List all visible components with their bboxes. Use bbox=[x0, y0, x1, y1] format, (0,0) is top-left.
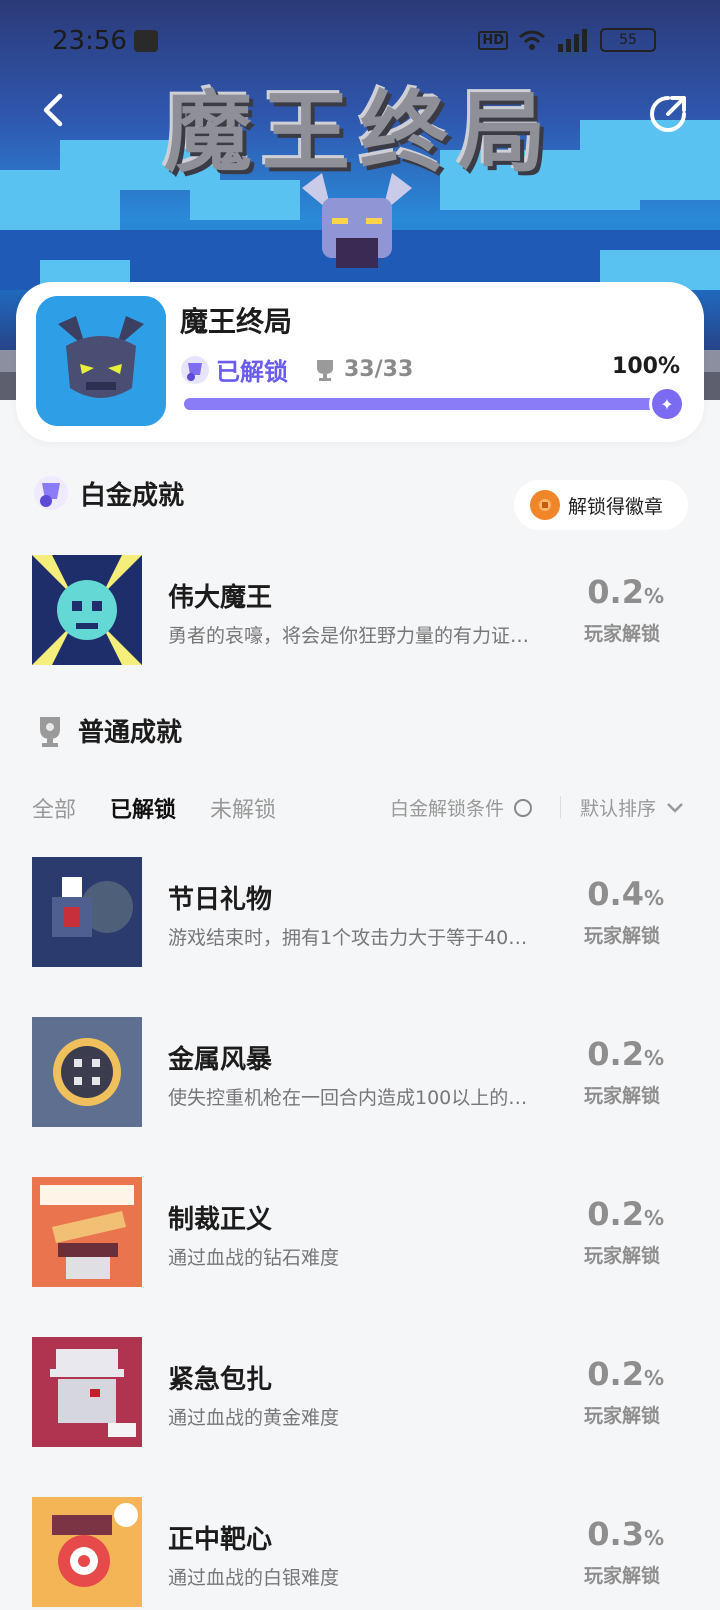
unlock-rate: 0.2% bbox=[587, 573, 664, 611]
unlock-rate: 0.4% bbox=[587, 875, 664, 913]
achievement-desc: 游戏结束时，拥有1个攻击力大于等于40… bbox=[168, 927, 528, 949]
unlock-badge-label: 解锁得徽章 bbox=[568, 495, 664, 518]
trophy-icon bbox=[317, 359, 333, 381]
sparkle-icon: ✦ bbox=[652, 389, 682, 419]
achievement-name: 伟大魔王 bbox=[168, 583, 273, 613]
achievement-item[interactable]: 紧急包扎 通过血战的黄金难度 0.2% 玩家解锁 bbox=[32, 1337, 688, 1447]
trophy-count: 33/33 bbox=[344, 357, 414, 382]
normal-section-title: 普通成就 bbox=[78, 718, 183, 748]
achievement-name: 金属风暴 bbox=[168, 1045, 273, 1075]
platinum-section-header: 白金成就 bbox=[32, 474, 184, 512]
platinum-trophy-icon bbox=[34, 476, 68, 510]
signal-icon bbox=[558, 29, 587, 52]
unlock-rate-label: 玩家解锁 bbox=[583, 925, 660, 947]
platinum-trophy-icon bbox=[181, 355, 209, 384]
unlock-rate-label: 玩家解锁 bbox=[583, 1405, 660, 1427]
battery-icon: 55 bbox=[600, 28, 656, 52]
achievement-thumbnail bbox=[32, 1497, 142, 1607]
achievement-thumbnail bbox=[32, 1017, 142, 1127]
achievement-desc: 通过血战的黄金难度 bbox=[168, 1407, 340, 1429]
achievement-name: 制裁正义 bbox=[168, 1205, 273, 1235]
unlock-rate: 0.3% bbox=[587, 1515, 664, 1553]
achievement-item[interactable]: 节日礼物 游戏结束时，拥有1个攻击力大于等于40… 0.4% 玩家解锁 bbox=[32, 857, 688, 967]
achievement-name: 节日礼物 bbox=[168, 885, 273, 915]
tab-locked[interactable]: 未解锁 bbox=[210, 792, 276, 824]
hd-icon: HD bbox=[478, 30, 508, 50]
back-arrow-icon[interactable] bbox=[34, 88, 78, 132]
medal-icon bbox=[530, 490, 560, 520]
normal-section-header: 普通成就 bbox=[32, 712, 182, 749]
platinum-section-title: 白金成就 bbox=[80, 480, 185, 511]
unlock-rate: 0.2% bbox=[587, 1195, 664, 1233]
achievement-thumbnail bbox=[32, 1337, 142, 1447]
achievement-desc: 通过血战的白银难度 bbox=[168, 1567, 340, 1589]
achievement-platinum-item[interactable]: 伟大魔王 勇者的哀嚎，将会是你狂野力量的有力证… 0.2% 玩家解锁 bbox=[32, 555, 688, 665]
unlock-rate-label: 玩家解锁 bbox=[583, 623, 660, 645]
achievement-filter-bar: 全部 已解锁 未解锁 白金解锁条件 默认排序 bbox=[32, 788, 688, 828]
condition-label: 白金解锁条件 bbox=[390, 798, 505, 820]
unlock-rate-label: 玩家解锁 bbox=[583, 1565, 660, 1587]
platinum-condition-toggle[interactable]: 白金解锁条件 bbox=[390, 794, 533, 821]
achievement-desc: 勇者的哀嚎，将会是你狂野力量的有力证… bbox=[168, 625, 530, 647]
status-bar: 23:56 HD 55 bbox=[0, 0, 720, 84]
game-summary-card: 魔王终局 已解锁 33/33 100% ✦ bbox=[16, 282, 704, 442]
unlock-rate-label: 玩家解锁 bbox=[583, 1085, 660, 1107]
achievement-item[interactable]: 金属风暴 使失控重机枪在一回合内造成100以上的… 0.2% 玩家解锁 bbox=[32, 1017, 688, 1127]
unlock-rate: 0.2% bbox=[587, 1035, 664, 1073]
unlock-rate-label: 玩家解锁 bbox=[583, 1245, 660, 1267]
tab-all[interactable]: 全部 bbox=[32, 792, 76, 824]
achievement-desc: 使失控重机枪在一回合内造成100以上的… bbox=[168, 1087, 528, 1109]
sort-label: 默认排序 bbox=[580, 798, 657, 820]
achievement-thumbnail bbox=[32, 1177, 142, 1287]
unlock-rate: 0.2% bbox=[587, 1355, 664, 1393]
unlocked-status: 已解锁 bbox=[216, 358, 288, 386]
achievement-item[interactable]: 正中靶心 通过血战的白银难度 0.3% 玩家解锁 bbox=[32, 1497, 688, 1607]
chevron-down-icon bbox=[667, 802, 683, 813]
circle-icon bbox=[514, 798, 533, 817]
unlock-badge-button[interactable]: 解锁得徽章 bbox=[514, 480, 688, 530]
status-time: 23:56 bbox=[52, 26, 127, 56]
achievement-name: 紧急包扎 bbox=[168, 1365, 273, 1395]
achievement-thumbnail bbox=[32, 857, 142, 967]
achievement-item[interactable]: 制裁正义 通过血战的钻石难度 0.2% 玩家解锁 bbox=[32, 1177, 688, 1287]
achievement-name: 正中靶心 bbox=[168, 1525, 273, 1555]
trophy-icon bbox=[40, 716, 60, 747]
tab-unlocked[interactable]: 已解锁 bbox=[110, 792, 176, 824]
game-title: 魔王终局 bbox=[180, 305, 293, 338]
sort-dropdown[interactable]: 默认排序 bbox=[580, 794, 686, 821]
game-app-icon[interactable] bbox=[36, 296, 166, 426]
boss-character-art bbox=[302, 173, 412, 268]
completion-percent: 100% bbox=[612, 354, 680, 379]
achievement-thumbnail bbox=[32, 555, 142, 665]
achievement-desc: 通过血战的钻石难度 bbox=[168, 1247, 340, 1269]
completion-progress-bar: ✦ bbox=[184, 389, 682, 419]
message-icon bbox=[134, 30, 158, 52]
share-icon[interactable] bbox=[646, 92, 690, 136]
wifi-icon bbox=[519, 30, 545, 50]
